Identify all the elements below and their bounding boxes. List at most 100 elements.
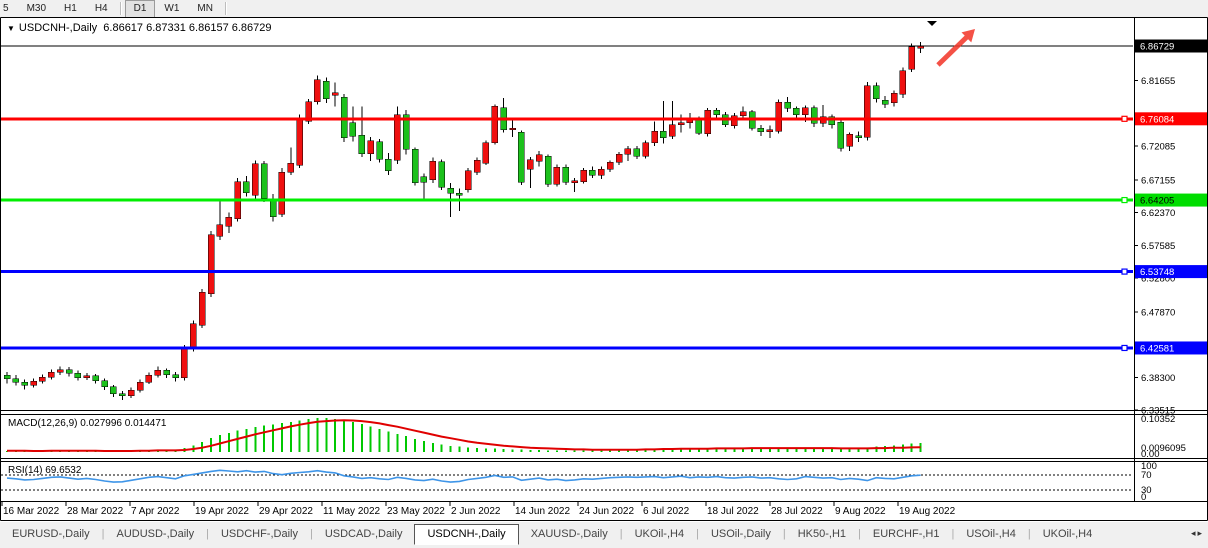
hline-handle[interactable] bbox=[1122, 345, 1127, 350]
candle-body-down bbox=[448, 188, 454, 193]
candle-body-down bbox=[385, 159, 391, 171]
candle-body-up bbox=[155, 370, 161, 375]
candle-body-up bbox=[146, 375, 152, 382]
macd-histogram-bar bbox=[316, 418, 318, 452]
price-axis-tick-label: 6.81655 bbox=[1141, 76, 1175, 87]
macd-histogram-bar bbox=[361, 424, 363, 452]
date-axis-label: 2 Jun 2022 bbox=[451, 506, 501, 517]
tab-xauusd-daily[interactable]: XAUUSD-,Daily bbox=[519, 525, 620, 544]
tab-ukoil-h4[interactable]: UKOil-,H4 bbox=[1031, 525, 1105, 544]
candle-body-up bbox=[430, 161, 436, 179]
tab-audusd-daily[interactable]: AUDUSD-,Daily bbox=[104, 525, 206, 544]
macd-histogram-bar bbox=[237, 431, 239, 452]
trend-arrow-annotation[interactable] bbox=[936, 29, 975, 67]
candle-body-up bbox=[510, 128, 516, 129]
timeframe-button-h4[interactable]: H4 bbox=[86, 0, 117, 17]
rsi-axis-label: 70 bbox=[1141, 470, 1152, 481]
macd-histogram-bar bbox=[245, 429, 247, 452]
timeframe-button-h1[interactable]: H1 bbox=[55, 0, 86, 17]
tab-usoil-daily[interactable]: USOil-,Daily bbox=[699, 525, 783, 544]
macd-histogram-bar bbox=[574, 451, 576, 452]
candle-body-down bbox=[164, 370, 170, 374]
candle-body-up bbox=[314, 80, 320, 102]
horizontal-price-lines[interactable] bbox=[1, 46, 1133, 350]
candle-body-down bbox=[66, 370, 72, 373]
macd-histogram-bar bbox=[352, 422, 354, 452]
tab-eurchf-h1[interactable]: EURCHF-,H1 bbox=[861, 525, 952, 544]
candle-body-up bbox=[181, 348, 187, 378]
chart-ohlc-values: 6.86617 6.87331 6.86157 6.86729 bbox=[103, 22, 271, 34]
candle-body-down bbox=[793, 108, 799, 114]
price-badge-label: 6.64205 bbox=[1140, 196, 1174, 207]
candle-body-down bbox=[377, 142, 383, 159]
price-badge-label: 6.53748 bbox=[1140, 267, 1174, 278]
timeframe-button-5[interactable]: 5 bbox=[0, 0, 18, 17]
chart-window: 6.816556.720856.671556.623706.575856.528… bbox=[0, 17, 1208, 522]
date-axis-label: 9 Aug 2022 bbox=[835, 506, 886, 517]
candle-body-up bbox=[598, 169, 604, 175]
timeframe-button-mn[interactable]: MN bbox=[188, 0, 222, 17]
tab-ukoil-h4[interactable]: UKOil-,H4 bbox=[623, 525, 697, 544]
price-axis-tick-label: 6.57585 bbox=[1141, 241, 1175, 252]
candle-body-down bbox=[243, 182, 249, 193]
macd-histogram-bar bbox=[370, 426, 372, 452]
price-marker-triangle-icon[interactable] bbox=[927, 21, 937, 26]
macd-histogram-bar bbox=[467, 447, 469, 452]
candle-body-up bbox=[625, 149, 631, 154]
timeframe-button-d1[interactable]: D1 bbox=[125, 0, 156, 17]
candle-body-down bbox=[102, 381, 108, 387]
tab-scroll-left-icon[interactable]: ◂ bbox=[1191, 528, 1196, 539]
tab-usdchf-daily[interactable]: USDCHF-,Daily bbox=[209, 525, 310, 544]
price-chart[interactable]: 6.816556.720856.671556.623706.575856.528… bbox=[0, 17, 1208, 522]
candle-body-up bbox=[48, 372, 54, 377]
macd-histogram-bar bbox=[485, 448, 487, 452]
timeframe-toolbar: 5M30H1H4 D1W1MN bbox=[0, 0, 1208, 17]
tab-hk50-h1[interactable]: HK50-,H1 bbox=[786, 525, 858, 544]
tab-usdcad-daily[interactable]: USDCAD-,Daily bbox=[313, 525, 415, 544]
candle-body-up bbox=[279, 172, 285, 214]
tab-scroll-right-icon[interactable]: ▸ bbox=[1197, 528, 1202, 539]
date-axis-label: 19 Aug 2022 bbox=[899, 506, 956, 517]
rsi-line bbox=[7, 470, 921, 482]
timeframe-button-m30[interactable]: M30 bbox=[18, 0, 55, 17]
candle-body-down bbox=[323, 81, 329, 99]
symbol-dropdown-icon[interactable]: ▼ bbox=[7, 24, 15, 33]
tab-usdcnh-daily[interactable]: USDCNH-,Daily bbox=[414, 524, 518, 545]
date-axis-label: 24 Jun 2022 bbox=[579, 506, 634, 517]
price-axis-tick-label: 6.67155 bbox=[1141, 175, 1175, 186]
candle-body-up bbox=[474, 160, 480, 172]
candle-body-down bbox=[634, 149, 640, 157]
tab-eurusd-daily[interactable]: EURUSD-,Daily bbox=[0, 525, 102, 544]
macd-axis-label: 0.00 bbox=[1141, 449, 1160, 460]
timeframe-button-w1[interactable]: W1 bbox=[155, 0, 188, 17]
candle-body-down bbox=[119, 394, 125, 396]
candle-body-up bbox=[554, 167, 560, 184]
date-axis-label: 29 Apr 2022 bbox=[259, 506, 313, 517]
hline-handle[interactable] bbox=[1122, 116, 1127, 121]
candle-body-down bbox=[22, 382, 28, 385]
macd-histogram-bar bbox=[396, 434, 398, 452]
hline-handle[interactable] bbox=[1122, 269, 1127, 274]
candle-body-up bbox=[669, 125, 675, 137]
macd-histogram-bar bbox=[387, 432, 389, 452]
candle-body-up bbox=[678, 123, 684, 125]
candle-body-down bbox=[838, 122, 844, 148]
macd-histogram-bar bbox=[565, 451, 567, 452]
macd-histogram-bar bbox=[583, 451, 585, 452]
candle-body-down bbox=[811, 108, 817, 124]
candle-body-up bbox=[607, 162, 613, 169]
candle-body-down bbox=[13, 379, 19, 382]
candle-body-down bbox=[93, 376, 99, 381]
price-axis-tick-label: 6.47870 bbox=[1141, 307, 1175, 318]
candle-body-up bbox=[394, 115, 400, 161]
candle-body-up bbox=[767, 130, 773, 132]
candle-body-up bbox=[483, 143, 489, 164]
hline-handle[interactable] bbox=[1122, 198, 1127, 203]
candle-body-up bbox=[643, 143, 649, 157]
candle-body-up bbox=[137, 382, 143, 390]
tab-usoil-h4[interactable]: USOil-,H4 bbox=[954, 525, 1028, 544]
macd-histogram-bar bbox=[423, 441, 425, 452]
date-axis-label: 7 Apr 2022 bbox=[131, 506, 180, 517]
price-badge-label: 6.76084 bbox=[1140, 114, 1174, 125]
macd-indicator-label: MACD(12,26,9) 0.027996 0.014471 bbox=[8, 418, 166, 429]
